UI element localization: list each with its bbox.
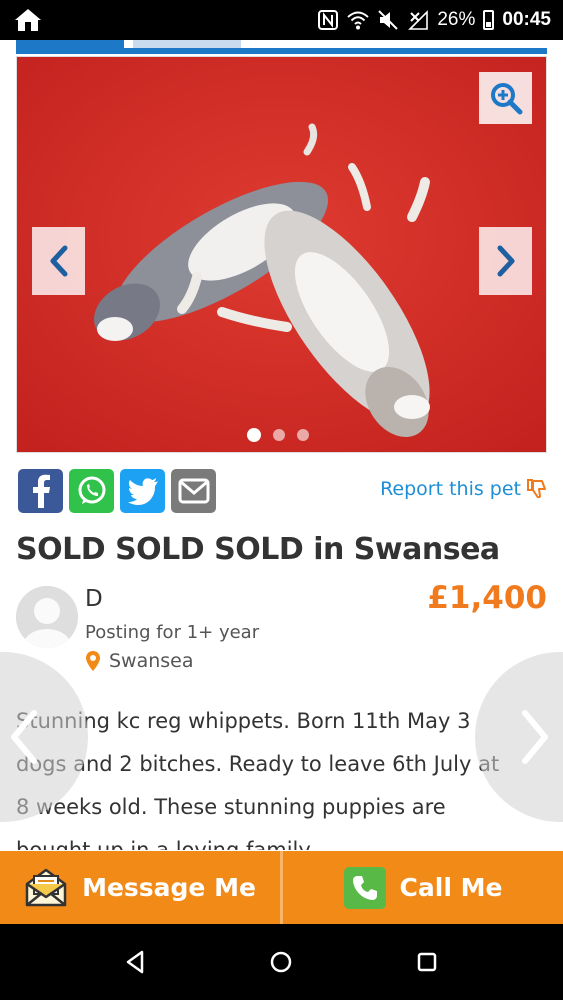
share-whatsapp-button[interactable]	[69, 469, 114, 513]
phone-icon	[343, 866, 386, 909]
system-navigation-bar	[0, 924, 563, 1000]
nfc-icon	[318, 10, 339, 30]
user-placeholder-icon	[16, 586, 78, 648]
listing-photo	[17, 57, 546, 452]
chevron-right-icon	[522, 710, 548, 764]
share-buttons	[18, 469, 216, 513]
mute-icon	[378, 10, 399, 30]
zoom-in-icon	[490, 83, 522, 115]
signal-icon	[408, 10, 429, 30]
status-bar: 26% 00:45	[0, 0, 563, 40]
pagination-dot-3[interactable]	[297, 429, 309, 441]
envelope-icon	[25, 868, 67, 906]
posting-duration: Posting for 1+ year	[85, 622, 260, 643]
wifi-icon	[347, 11, 370, 30]
call-me-button[interactable]: Call Me	[283, 851, 563, 924]
gallery-prev-button[interactable]	[32, 227, 85, 295]
listing-title: SOLD SOLD SOLD in Swansea	[16, 532, 500, 567]
listing-location: Swansea	[85, 650, 194, 672]
pagination-dot-1[interactable]	[247, 428, 261, 442]
share-twitter-button[interactable]	[120, 469, 165, 513]
seller-avatar[interactable]	[16, 586, 78, 648]
share-email-button[interactable]	[171, 469, 216, 513]
listing-description: Stunning kc reg whippets. Born 11th May …	[16, 709, 500, 850]
tab-indicator-active[interactable]	[16, 40, 124, 48]
message-me-label: Message Me	[82, 873, 256, 902]
chevron-left-icon	[50, 245, 67, 277]
location-text: Swansea	[109, 650, 194, 672]
facebook-icon	[32, 474, 50, 508]
tab-strip-underline	[16, 48, 547, 54]
chevron-left-icon	[11, 710, 37, 764]
battery-icon	[483, 10, 495, 30]
pagination-dot-2[interactable]	[273, 429, 285, 441]
report-pet-label: Report this pet	[380, 478, 521, 500]
chevron-right-icon	[497, 245, 514, 277]
twitter-icon	[127, 478, 158, 505]
report-pet-link[interactable]: Report this pet	[380, 478, 547, 500]
back-icon[interactable]	[122, 948, 150, 976]
call-me-label: Call Me	[399, 873, 503, 902]
map-pin-icon	[86, 651, 100, 671]
battery-percent: 26%	[437, 9, 476, 30]
message-me-button[interactable]: Message Me	[0, 851, 280, 924]
recents-icon[interactable]	[413, 948, 441, 976]
share-facebook-button[interactable]	[18, 469, 63, 513]
photo-gallery[interactable]	[16, 56, 547, 453]
seller-name[interactable]: D	[85, 586, 103, 612]
whatsapp-icon	[78, 476, 105, 504]
zoom-button[interactable]	[479, 72, 532, 124]
home-notification-icon	[15, 9, 41, 31]
home-icon[interactable]	[267, 948, 295, 976]
clock-time: 00:45	[502, 9, 551, 30]
email-icon	[178, 478, 209, 504]
listing-price: £1,400	[427, 580, 547, 616]
gallery-tab-strip	[16, 40, 547, 56]
contact-action-bar: Message Me Call Me	[0, 851, 563, 924]
thumbs-down-icon	[527, 479, 546, 499]
tab-indicator-inactive[interactable]	[133, 40, 241, 48]
gallery-pagination-dots	[247, 428, 309, 442]
gallery-next-button[interactable]	[479, 227, 532, 295]
